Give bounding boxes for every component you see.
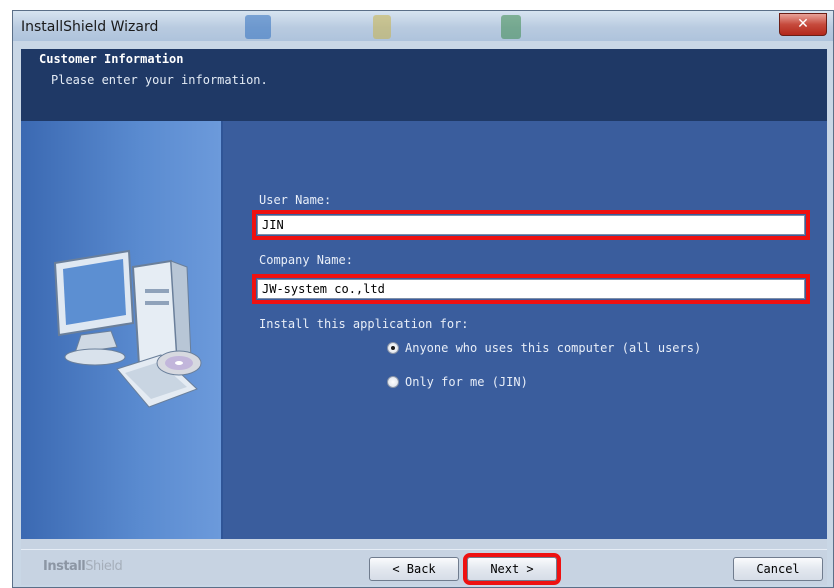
radio-only-me-label: Only for me (JIN)	[405, 375, 528, 389]
install-for-label: Install this application for:	[259, 317, 469, 331]
next-button[interactable]: Next >	[463, 553, 561, 585]
footer-separator	[21, 549, 827, 550]
installer-window: InstallShield Wizard ✕ Customer Informat…	[12, 10, 834, 588]
computer-icon	[53, 249, 202, 408]
window-title: InstallShield Wizard	[21, 19, 159, 35]
radio-button[interactable]	[387, 376, 399, 388]
close-icon: ✕	[797, 16, 809, 32]
page-title: Customer Information	[39, 52, 184, 66]
radio-all-users-label: Anyone who uses this computer (all users…	[405, 341, 702, 355]
radio-button-checked[interactable]	[387, 342, 399, 354]
user-name-label: User Name:	[259, 193, 332, 207]
taskbar-ghost-icon	[245, 15, 271, 39]
back-button[interactable]: < Back	[369, 557, 459, 581]
cancel-button[interactable]: Cancel	[733, 557, 823, 581]
title-bar[interactable]: InstallShield Wizard ✕	[13, 11, 833, 41]
company-name-input[interactable]: JW-system co.,ltd	[252, 274, 810, 304]
wizard-content: User Name: JIN Company Name: JW-system c…	[21, 121, 827, 539]
radio-only-me[interactable]: Only for me (JIN)	[387, 375, 528, 389]
wizard-footer: InstallShield < Back Next > Cancel	[21, 539, 827, 585]
cd-disc-icon	[156, 350, 202, 376]
taskbar-ghost-icon	[373, 15, 391, 39]
company-name-label: Company Name:	[259, 253, 353, 267]
wizard-header: Customer Information Please enter your i…	[21, 49, 827, 121]
close-button[interactable]: ✕	[779, 13, 827, 36]
page-subtitle: Please enter your information.	[51, 73, 268, 87]
user-name-input[interactable]: JIN	[252, 210, 810, 240]
taskbar-ghost-icon	[501, 15, 521, 39]
panel-divider	[221, 121, 223, 539]
installshield-logo: InstallShield	[43, 559, 123, 574]
radio-all-users[interactable]: Anyone who uses this computer (all users…	[387, 341, 701, 355]
side-banner	[21, 121, 221, 539]
